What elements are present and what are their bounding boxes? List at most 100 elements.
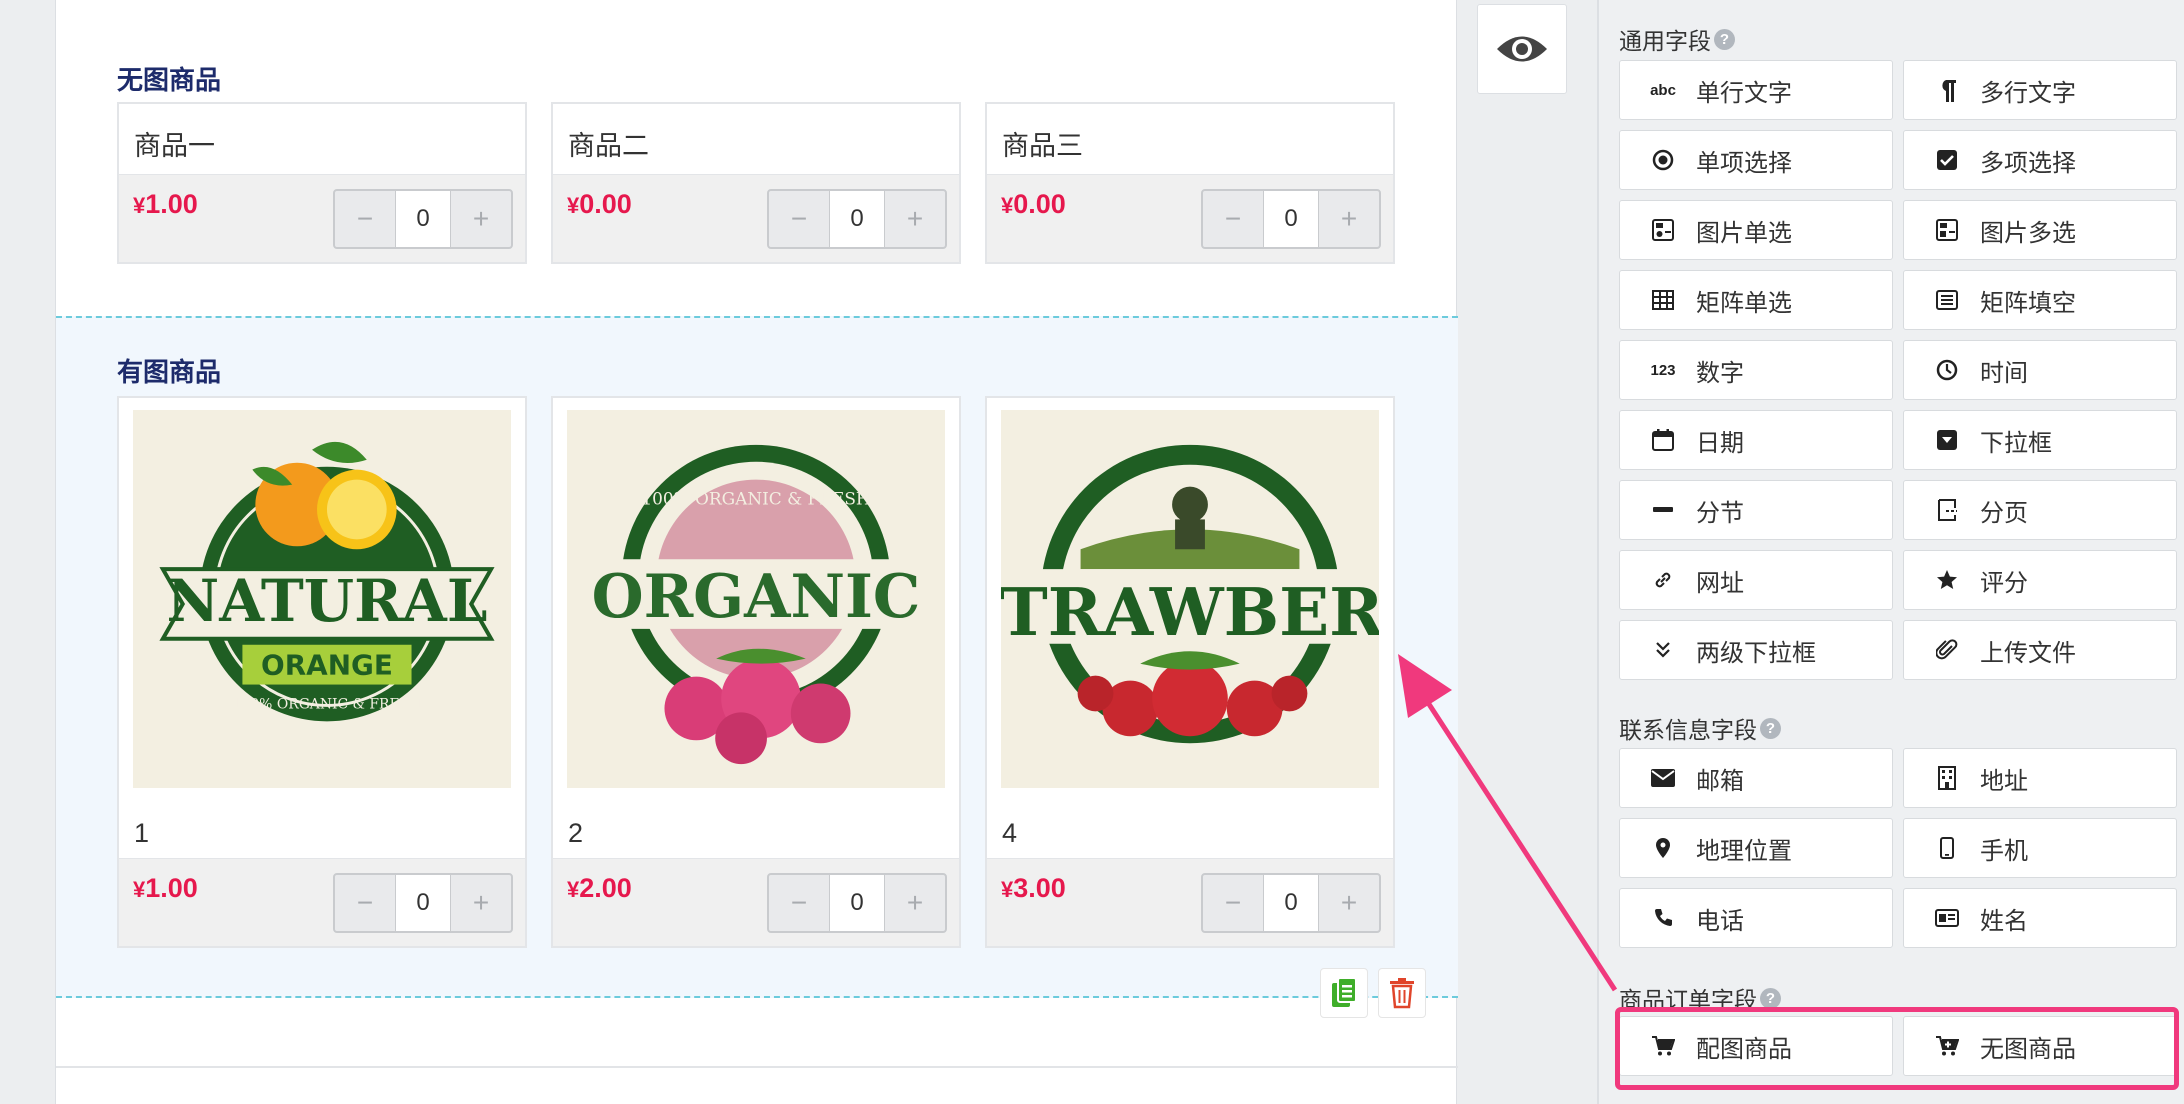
abc-icon: abc (1650, 81, 1676, 99)
increment-button[interactable]: + (885, 191, 945, 247)
svg-text:STRAWBERY: STRAWBERY (1001, 574, 1379, 651)
paragraph-icon (1934, 77, 1960, 103)
increment-button[interactable]: + (451, 191, 511, 247)
field-rating[interactable]: 评分 (1903, 550, 2177, 610)
field-name[interactable]: 姓名 (1903, 888, 2177, 948)
product-price: ¥1.00 (133, 189, 198, 219)
increment-button[interactable]: + (451, 875, 511, 931)
quantity-value[interactable]: 0 (395, 191, 451, 247)
field-url[interactable]: 网址 (1619, 550, 1893, 610)
field-email[interactable]: 邮箱 (1619, 748, 1893, 808)
radio-icon (1650, 147, 1676, 173)
quantity-stepper: − 0 + (767, 189, 947, 249)
image-products-section[interactable]: 有图商品 NATURAL ORANGE 100% ORGANIC & FRESH… (56, 316, 1458, 998)
help-icon[interactable]: ? (1760, 717, 1781, 739)
increment-button[interactable]: + (1319, 191, 1379, 247)
mobile-icon (1934, 835, 1960, 861)
field-image-single-choice[interactable]: 图片单选 (1619, 200, 1893, 260)
quantity-value[interactable]: 0 (1263, 875, 1319, 931)
field-address[interactable]: 地址 (1903, 748, 2177, 808)
quantity-value[interactable]: 0 (1263, 191, 1319, 247)
link-icon (1650, 567, 1676, 593)
field-date[interactable]: 日期 (1619, 410, 1893, 470)
copy-field-button[interactable] (1320, 968, 1368, 1018)
field-palette-panel: 通用字段? abc 单行文字 多行文字 单项选择 多项选择 图片单选 图片多选 … (1597, 0, 2184, 1104)
field-page-break[interactable]: 分页 (1903, 480, 2177, 540)
cart-plus-icon (1934, 1033, 1960, 1059)
section-title: 有图商品 (117, 358, 222, 388)
quantity-value[interactable]: 0 (829, 191, 885, 247)
field-matrix-fill[interactable]: 矩阵填空 (1903, 270, 2177, 330)
quantity-value[interactable]: 0 (395, 875, 451, 931)
field-file-upload[interactable]: 上传文件 (1903, 620, 2177, 680)
field-multi-choice[interactable]: 多项选择 (1903, 130, 2177, 190)
page-break-icon (1934, 497, 1960, 523)
field-mobile[interactable]: 手机 (1903, 818, 2177, 878)
decrement-button[interactable]: − (769, 875, 829, 931)
field-section[interactable]: 分节 (1619, 480, 1893, 540)
product-image-natural-orange: NATURAL ORANGE 100% ORGANIC & FRESH (133, 410, 511, 788)
field-image-multi-choice[interactable]: 图片多选 (1903, 200, 2177, 260)
product-image-strawberry: STRAWBERY (1001, 410, 1379, 788)
quantity-stepper: − 0 + (1201, 189, 1381, 249)
decrement-button[interactable]: − (335, 875, 395, 931)
product-name: 1 (134, 818, 150, 848)
dropdown-icon (1934, 427, 1960, 453)
quantity-value[interactable]: 0 (829, 875, 885, 931)
trash-icon (1390, 978, 1414, 1009)
field-multi-line-text[interactable]: 多行文字 (1903, 60, 2177, 120)
product-image-organic-raspberry: 100% ORGANIC & FRESH ORGANIC (567, 410, 945, 788)
building-icon (1934, 765, 1960, 791)
no-image-products-section[interactable]: 无图商品 商品一 ¥1.00 − 0 + 商品二 ¥0.00 − 0 + 商品三… (56, 0, 1458, 316)
preview-button[interactable] (1477, 4, 1567, 94)
calendar-icon (1650, 427, 1676, 453)
double-chevron-icon (1650, 637, 1676, 663)
image-radio-icon (1650, 217, 1676, 243)
table-icon (1650, 287, 1676, 313)
help-icon[interactable]: ? (1714, 28, 1735, 50)
decrement-button[interactable]: − (1203, 875, 1263, 931)
quantity-stepper: − 0 + (333, 189, 513, 249)
phone-icon (1650, 905, 1676, 931)
field-dropdown[interactable]: 下拉框 (1903, 410, 2177, 470)
field-no-image-product[interactable]: 无图商品 (1903, 1016, 2177, 1076)
star-icon (1934, 567, 1960, 593)
svg-text:100% ORGANIC & FRESH: 100% ORGANIC & FRESH (233, 696, 422, 712)
product-name: 4 (1002, 818, 1018, 848)
product-card: STRAWBERY 4 ¥3.00 − 0 + (985, 396, 1395, 948)
increment-button[interactable]: + (1319, 875, 1379, 931)
field-image-product[interactable]: 配图商品 (1619, 1016, 1893, 1076)
cart-icon (1650, 1033, 1676, 1059)
order-fields-title: 商品订单字段? (1619, 981, 1781, 1015)
field-geo-location[interactable]: 地理位置 (1619, 818, 1893, 878)
increment-button[interactable]: + (885, 875, 945, 931)
number-123-icon: 123 (1650, 361, 1676, 379)
product-name: 商品一 (134, 131, 215, 162)
product-price: ¥0.00 (1001, 189, 1066, 219)
section-title: 无图商品 (117, 66, 222, 96)
decrement-button[interactable]: − (335, 191, 395, 247)
field-time[interactable]: 时间 (1903, 340, 2177, 400)
field-single-line-text[interactable]: abc 单行文字 (1619, 60, 1893, 120)
quantity-stepper: − 0 + (333, 873, 513, 933)
checkbox-icon (1934, 147, 1960, 173)
product-card: NATURAL ORANGE 100% ORGANIC & FRESH 1 ¥1… (117, 396, 527, 948)
field-phone[interactable]: 电话 (1619, 888, 1893, 948)
help-icon[interactable]: ? (1760, 987, 1781, 1009)
general-fields-title: 通用字段? (1619, 22, 1735, 56)
field-single-choice[interactable]: 单项选择 (1619, 130, 1893, 190)
minus-bar-icon (1650, 497, 1676, 523)
empty-section (56, 998, 1458, 1068)
delete-field-button[interactable] (1378, 968, 1426, 1018)
product-card: 100% ORGANIC & FRESH ORGANIC 2 ¥2.00 − 0… (551, 396, 961, 948)
decrement-button[interactable]: − (769, 191, 829, 247)
envelope-icon (1650, 765, 1676, 791)
field-matrix-single-choice[interactable]: 矩阵单选 (1619, 270, 1893, 330)
clock-icon (1934, 357, 1960, 383)
product-price: ¥3.00 (1001, 873, 1066, 903)
quantity-stepper: − 0 + (767, 873, 947, 933)
svg-text:ORGANIC: ORGANIC (592, 562, 921, 632)
field-number[interactable]: 123 数字 (1619, 340, 1893, 400)
field-two-level-dropdown[interactable]: 两级下拉框 (1619, 620, 1893, 680)
decrement-button[interactable]: − (1203, 191, 1263, 247)
